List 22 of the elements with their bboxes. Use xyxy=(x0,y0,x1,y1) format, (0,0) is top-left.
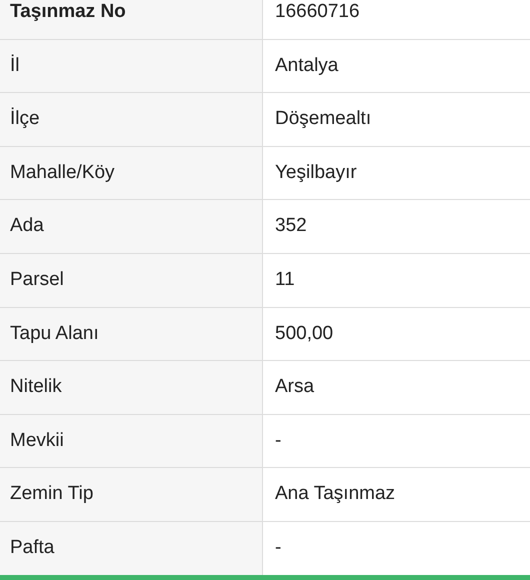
row-label: Ada xyxy=(10,214,44,238)
row-label: Mevkii xyxy=(10,428,64,453)
row-value: 11 xyxy=(275,268,295,292)
row-value: Antalya xyxy=(275,54,338,78)
row-value: Ana Taşınmaz xyxy=(275,482,396,506)
row-label: Mahalle/Köy xyxy=(10,160,115,185)
row-value: - xyxy=(275,536,282,560)
row-label: Parsel xyxy=(10,268,64,292)
row-label: Zemin Tip xyxy=(10,482,94,506)
row-value: 500,00 xyxy=(275,322,334,346)
row-label: İlçe xyxy=(10,106,40,132)
row-label: Tapu Alanı xyxy=(10,322,99,346)
row-value: 352 xyxy=(275,214,307,238)
row-label: Taşınmaz No xyxy=(10,0,126,24)
row-value: Yeşilbayır xyxy=(275,160,357,185)
row-label: Pafta xyxy=(10,536,54,560)
row-value: - xyxy=(275,428,282,453)
row-label: Nitelik xyxy=(10,375,62,400)
row-value: Arsa xyxy=(275,375,314,400)
row-label: İl xyxy=(10,54,20,78)
row-value: 16660716 xyxy=(275,0,360,24)
row-value: Döşemealtı xyxy=(275,107,372,132)
